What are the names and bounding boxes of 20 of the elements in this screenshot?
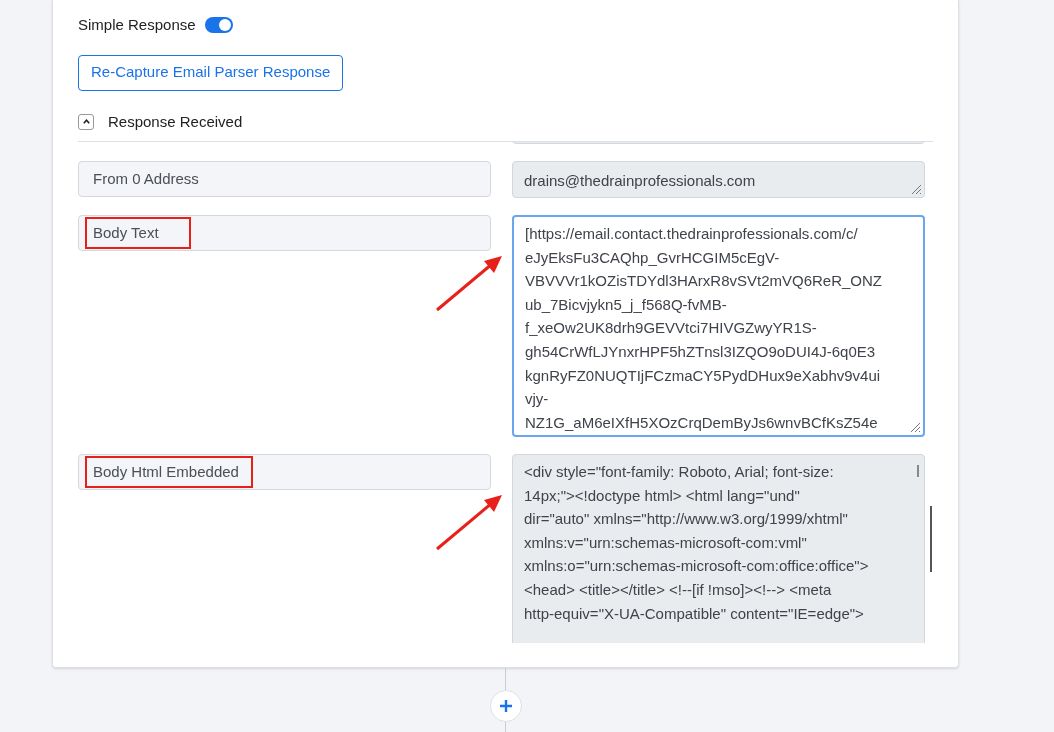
annotation-arrow	[434, 492, 504, 552]
chevron-up-icon	[81, 117, 91, 127]
annotation-arrow	[434, 253, 504, 313]
recapture-button[interactable]: Re-Capture Email Parser Response	[78, 54, 344, 91]
section-title: Response Received	[108, 111, 243, 132]
toggle-label: Simple Response	[78, 15, 196, 35]
field-label: From 0 Address	[92, 168, 200, 189]
collapse-toggle[interactable]	[78, 113, 94, 130]
plus-icon	[499, 699, 513, 713]
value-text-area[interactable]: <div style="font-family: Roboto, Arial; font-size: 14px;"><!doctype html> <html lang="und" dir="auto" xmlns="http://www.w3.org/1999/xhtml" xmlns:v="urn:schemas-microsoft-com:vml" xmlns:o="urn:schemas-microsoft-com:office:office"> <head> <title></title> <!--[if !mso]><!--> <meta http-equiv="X-UA-Compatible" content="IE=edge">	[512, 454, 925, 643]
scrollbar-thumb[interactable]	[930, 506, 932, 572]
toggle-switch[interactable]	[204, 17, 233, 34]
resize-handle-icon[interactable]	[909, 421, 921, 433]
value-text-area[interactable]: [https://email.contact.thedrainprofessionals.com/c/ eJyEksFu3CAQhp_GvrHCGIM5cEgV- VBVVVr1kOZisTDYdl3HArxR8vSVt2mVQ6ReR_ONZ ub_7Bicvjykn5_j_f568Q-fvMB- f_xeOw2UK8drh9GEVVtci7HIVGZwyYR1S- gh54CrWfLJYnxrHPF5hZTnsl3IZQO9oDUI4J-6q0E3 kgnRyFZ0NUQTIjFCzmaCY5PydDHux9eXabhv9v4ui vjy- NZ1G_aM6eIXfH5XOzCrqDemByJs6wnvBCfKsZ54e	[512, 215, 925, 437]
add-step-button[interactable]	[490, 690, 522, 722]
field-label: Body Html Embedded	[85, 455, 253, 489]
value-text-area[interactable]: drains@thedrainprofessionals.com	[512, 161, 925, 198]
scrollbar-thumb[interactable]	[917, 465, 919, 477]
resize-handle-icon[interactable]	[910, 183, 922, 195]
field-label: Body Text	[85, 216, 191, 250]
